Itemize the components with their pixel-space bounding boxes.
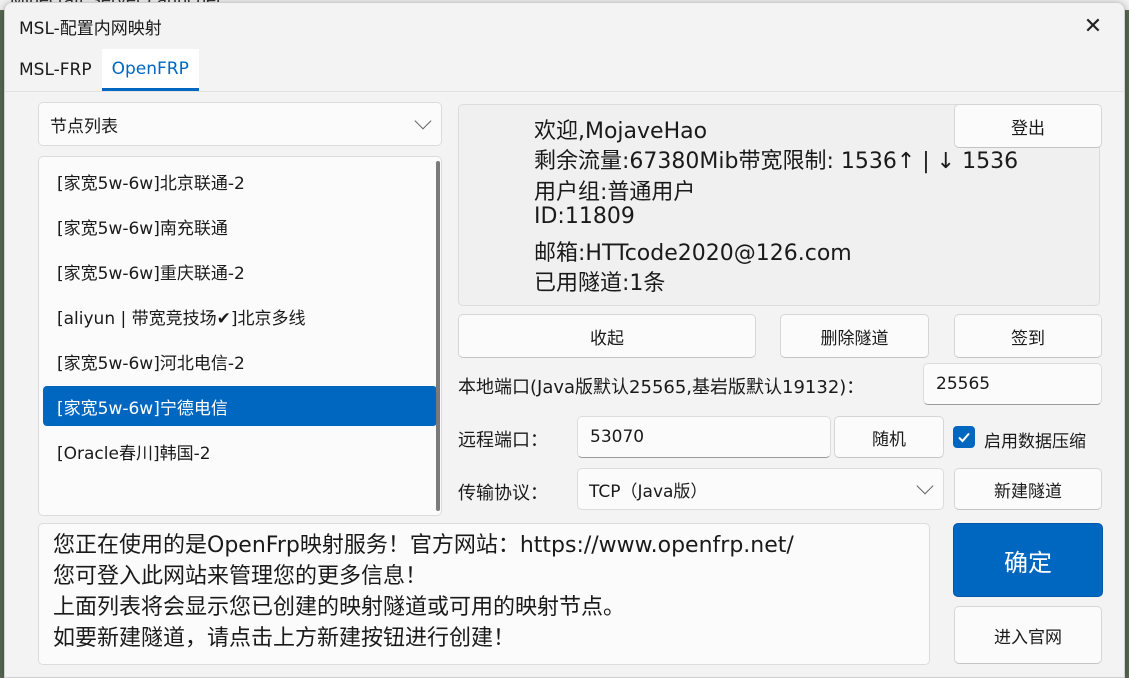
protocol-dropdown-value: TCP（Java版） xyxy=(589,481,708,502)
frp-config-window: MSL-配置内网映射 ✕ MSL-FRP OpenFRP 节点列表 [家宽5w-… xyxy=(4,2,1125,678)
tab-openfrp[interactable]: OpenFRP xyxy=(101,49,199,91)
chevron-down-icon xyxy=(414,112,432,130)
node-list[interactable]: [家宽5w-6w]北京联通-2 [家宽5w-6w]南充联通 [家宽5w-6w]重… xyxy=(38,156,442,516)
visit-website-button[interactable]: 进入官网 xyxy=(954,606,1102,664)
node-list-scrollbar[interactable] xyxy=(436,161,440,511)
message-line: 您可登入此网站来管理您的更多信息！ xyxy=(53,564,428,589)
node-item-hebei-telecom-2[interactable]: [家宽5w-6w]河北电信-2 xyxy=(43,341,437,381)
node-item-chongqing-unicom-2[interactable]: [家宽5w-6w]重庆联通-2 xyxy=(43,251,437,291)
new-tunnel-button[interactable]: 新建隧道 xyxy=(954,468,1102,510)
tab-bar: MSL-FRP OpenFRP xyxy=(5,49,1124,91)
message-line: 上面列表将会显示您已创建的映射隧道或可用的映射节点。 xyxy=(53,595,626,620)
checkmark-icon xyxy=(958,432,970,443)
node-list-dropdown[interactable]: 节点列表 xyxy=(38,102,442,146)
title-bar: MSL-配置内网映射 ✕ xyxy=(5,3,1124,49)
node-item-oracle-korea-2[interactable]: [Oracle春川]韩国-2 xyxy=(43,431,437,471)
node-list-dropdown-value: 节点列表 xyxy=(50,116,118,137)
used-tunnels-text: 已用隧道:1条 xyxy=(534,271,666,296)
openfrp-panel: 节点列表 [家宽5w-6w]北京联通-2 [家宽5w-6w]南充联通 [家宽5w… xyxy=(5,91,1124,677)
node-item-ningde-telecom[interactable]: [家宽5w-6w]宁德电信 xyxy=(43,386,437,426)
delete-tunnel-button[interactable]: 删除隧道 xyxy=(780,314,929,358)
info-message-box: 您正在使用的是OpenFrp映射服务！官方网站：https://www.open… xyxy=(38,523,930,665)
compression-label: 启用数据压缩 xyxy=(984,432,1086,452)
node-item-beijing-unicom-2[interactable]: [家宽5w-6w]北京联通-2 xyxy=(43,161,437,201)
message-line: 如要新建隧道，请点击上方新建按钮进行创建！ xyxy=(53,626,516,651)
collapse-button[interactable]: 收起 xyxy=(458,314,756,358)
compression-checkbox[interactable] xyxy=(953,426,975,448)
remote-port-input[interactable]: 53070 xyxy=(577,416,831,458)
chevron-down-icon xyxy=(916,477,934,495)
email-text: 邮箱:HTTcode2020@126.com xyxy=(534,241,852,266)
traffic-text: 剩余流量:67380Mib带宽限制: 1536↑ | ↓ 1536 xyxy=(534,149,1019,174)
logout-button[interactable]: 登出 xyxy=(954,104,1102,148)
tab-msl-frp[interactable]: MSL-FRP xyxy=(9,49,102,91)
protocol-dropdown[interactable]: TCP（Java版） xyxy=(577,468,944,510)
user-group-text: 用户组:普通用户 xyxy=(534,180,696,205)
local-port-label: 本地端口(Java版默认25565,基岩版默认19132)： xyxy=(458,377,865,398)
close-button[interactable]: ✕ xyxy=(1070,7,1116,45)
protocol-label: 传输协议： xyxy=(458,483,548,504)
user-id-text: ID:11809 xyxy=(534,204,635,229)
message-line: 您正在使用的是OpenFrp映射服务！官方网站：https://www.open… xyxy=(53,533,794,558)
local-port-input[interactable]: 25565 xyxy=(923,363,1102,405)
window-title: MSL-配置内网映射 xyxy=(19,19,162,39)
sign-in-button[interactable]: 签到 xyxy=(954,314,1102,358)
welcome-text: 欢迎,MojaveHao xyxy=(534,119,708,144)
node-item-aliyun-beijing[interactable]: [aliyun | 带宽竞技场✔]北京多线 xyxy=(43,296,437,336)
confirm-button[interactable]: 确定 xyxy=(953,523,1103,597)
remote-port-label: 远程端口： xyxy=(458,430,548,451)
node-item-nanchong-unicom[interactable]: [家宽5w-6w]南充联通 xyxy=(43,206,437,246)
close-icon: ✕ xyxy=(1083,13,1103,39)
random-port-button[interactable]: 随机 xyxy=(834,416,944,458)
